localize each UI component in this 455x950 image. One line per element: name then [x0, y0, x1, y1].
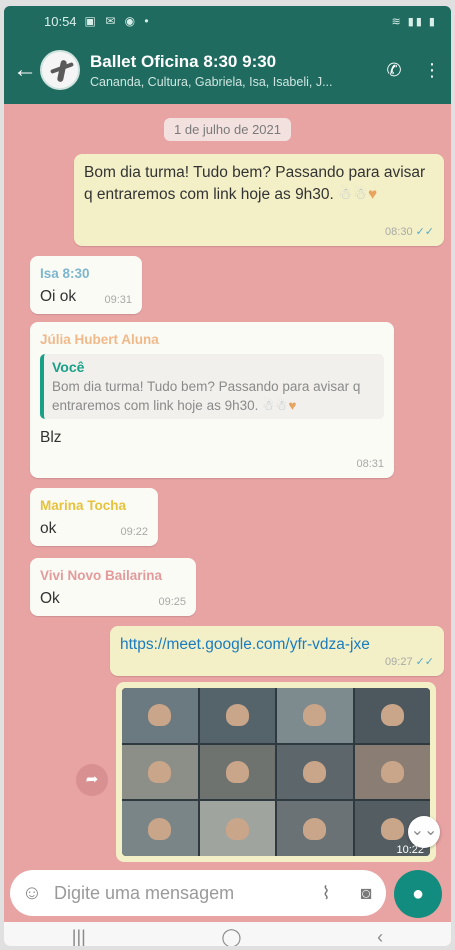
message-bubble-incoming[interactable]: Júlia Hubert Aluna Você Bom dia turma! T… — [30, 322, 394, 478]
message-text: Oi ok — [40, 287, 77, 305]
participant-tile — [199, 744, 275, 800]
message-time: 09:22 — [120, 526, 148, 539]
group-info[interactable]: Ballet Oficina 8:30 9:30 Cananda, Cultur… — [90, 52, 375, 89]
chat-area: 1 de julho de 2021 Bom dia turma! Tudo b… — [4, 104, 451, 864]
participant-tile — [199, 688, 275, 743]
read-ticks-icon: ✓✓ — [415, 656, 434, 669]
participant-tile — [277, 744, 353, 800]
sender-name: Júlia Hubert Aluna — [40, 332, 159, 347]
participant-tile — [354, 688, 430, 743]
input-pill: ☺ ⌇ ◙ — [10, 870, 386, 916]
message-bubble-incoming[interactable]: Vivi Novo Bailarina Ok 09:25 — [30, 558, 196, 616]
heart-emoji: ♥ — [367, 186, 378, 204]
status-signal-icons: ≋ ▮▮ ▮ — [391, 15, 437, 28]
more-options-icon[interactable]: ⋮ — [413, 60, 451, 81]
message-time: 09:27 — [385, 656, 413, 669]
back-arrow-icon[interactable]: ← — [10, 56, 40, 84]
home-icon[interactable]: ◯ — [221, 927, 241, 947]
image-message[interactable]: 10:22 — [116, 682, 436, 862]
paperclip-icon[interactable]: ⌇ — [306, 883, 346, 904]
meet-link[interactable]: https://meet.google.com/yfr-vdza-jxe — [120, 636, 370, 653]
participant-tile — [277, 688, 353, 743]
heart-emoji: ♥ — [288, 397, 297, 413]
phone-screen: 10:54 ▣ ✉ ◉ • ≋ ▮▮ ▮ ← Ballet Oficina 8:… — [4, 6, 451, 946]
message-time: 08:30 — [385, 226, 413, 239]
participant-tile — [354, 744, 430, 800]
status-notification-icons: ▣ ✉ ◉ • — [84, 14, 152, 28]
sender-name: Isa 8:30 — [40, 266, 90, 281]
message-bubble-outgoing[interactable]: https://meet.google.com/yfr-vdza-jxe 09:… — [110, 626, 444, 676]
add-call-icon[interactable]: ✆ — [375, 60, 413, 81]
snowman-emoji: ☃☃ — [338, 186, 368, 204]
message-bubble-incoming[interactable]: Isa 8:30 Oi ok 09:31 — [30, 256, 142, 314]
message-time: 08:31 — [356, 458, 384, 471]
message-text: ok — [40, 519, 57, 537]
message-meta: 09:27 ✓✓ — [385, 655, 434, 671]
message-meta: 08:30 ✓✓ — [385, 225, 434, 241]
participant-tile — [122, 688, 198, 743]
group-avatar[interactable] — [40, 50, 80, 90]
message-text: Ok — [40, 589, 60, 607]
participant-tile — [122, 744, 198, 800]
back-nav-icon[interactable]: ‹ — [377, 927, 383, 947]
status-time: 10:54 — [44, 13, 77, 29]
recent-apps-icon[interactable]: ||| — [72, 927, 86, 947]
snowman-emoji: ☃☃ — [262, 397, 289, 413]
date-chip: 1 de julho de 2021 — [164, 118, 291, 141]
participant-tile — [277, 801, 353, 856]
participant-tile — [122, 801, 198, 856]
scroll-down-icon[interactable]: ⌄⌄ — [408, 816, 440, 848]
sender-name: Marina Tocha — [40, 498, 127, 513]
video-call-screenshot[interactable] — [122, 688, 430, 856]
status-bar: 10:54 ▣ ✉ ◉ • ≋ ▮▮ ▮ — [4, 6, 451, 36]
system-nav-bar: ||| ◯ ‹ — [4, 922, 451, 946]
quoted-message[interactable]: Você Bom dia turma! Tudo bem? Passando p… — [40, 353, 384, 419]
message-bubble-incoming[interactable]: Marina Tocha ok 09:22 — [30, 488, 158, 546]
quote-text: Bom dia turma! Tudo bem? Passando para a… — [52, 379, 361, 413]
chat-header: ← Ballet Oficina 8:30 9:30 Cananda, Cult… — [4, 36, 451, 104]
read-ticks-icon: ✓✓ — [415, 226, 434, 239]
message-text: Blz — [40, 428, 62, 446]
message-input-bar: ☺ ⌇ ◙ ● — [4, 866, 451, 922]
emoji-icon[interactable]: ☺ — [10, 882, 54, 905]
quote-author: Você — [52, 358, 85, 375]
group-members: Cananda, Cultura, Gabriela, Isa, Isabeli… — [90, 74, 333, 89]
message-input[interactable] — [54, 882, 306, 904]
participant-tile — [199, 801, 275, 856]
group-title: Ballet Oficina 8:30 9:30 — [90, 51, 277, 71]
microphone-icon[interactable]: ● — [394, 870, 442, 918]
forward-icon[interactable]: ➦ — [76, 764, 108, 796]
message-time: 09:25 — [158, 596, 186, 609]
message-time: 09:31 — [104, 294, 132, 307]
sender-name: Vivi Novo Bailarina — [40, 568, 163, 583]
camera-icon[interactable]: ◙ — [346, 883, 386, 904]
message-bubble-outgoing[interactable]: Bom dia turma! Tudo bem? Passando para a… — [74, 154, 444, 246]
